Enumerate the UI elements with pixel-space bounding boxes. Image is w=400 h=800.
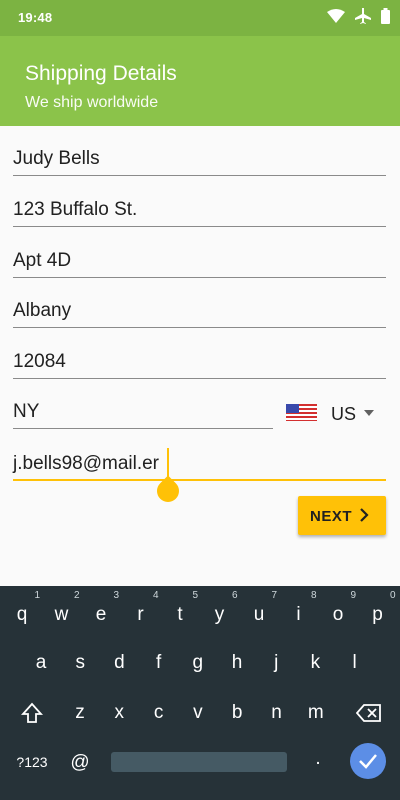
state-value: NY bbox=[13, 401, 40, 422]
key-hint-7: 7 bbox=[271, 590, 277, 601]
name-field[interactable]: Judy Bells bbox=[13, 136, 386, 176]
status-bar: 19:48 bbox=[0, 0, 400, 36]
email-field[interactable]: j.bells98@mail.er bbox=[13, 441, 386, 481]
status-time: 19:48 bbox=[18, 10, 53, 25]
period-key[interactable]: . bbox=[302, 748, 334, 770]
key-hint-6: 6 bbox=[231, 590, 238, 601]
key-v[interactable]: v bbox=[182, 702, 214, 724]
airplane-icon bbox=[355, 8, 371, 24]
text-cursor bbox=[167, 448, 169, 478]
key-p[interactable]: p0 bbox=[362, 590, 395, 626]
city-field[interactable]: Albany bbox=[13, 288, 386, 328]
key-z[interactable]: z bbox=[64, 702, 96, 724]
backspace-icon[interactable] bbox=[356, 704, 382, 722]
key-i[interactable]: i8 bbox=[283, 590, 316, 626]
key-hint-8: 8 bbox=[310, 590, 317, 601]
email-value: j.bells98@mail.er bbox=[13, 453, 160, 474]
address-line2-value: Apt 4D bbox=[13, 250, 72, 271]
key-l[interactable]: l bbox=[339, 652, 371, 674]
key-a[interactable]: a bbox=[25, 652, 57, 674]
dropdown-icon bbox=[364, 410, 374, 416]
next-button-label: NEXT bbox=[310, 508, 353, 525]
key-f[interactable]: f bbox=[143, 652, 175, 674]
check-icon bbox=[359, 754, 377, 769]
spacebar[interactable] bbox=[111, 752, 287, 772]
country-select[interactable]: US bbox=[286, 398, 386, 428]
wifi-icon bbox=[327, 9, 345, 23]
shift-icon[interactable] bbox=[21, 702, 43, 724]
key-r[interactable]: r4 bbox=[125, 590, 158, 626]
key-d[interactable]: d bbox=[103, 652, 135, 674]
key-q[interactable]: q1 bbox=[6, 590, 40, 626]
key-c[interactable]: c bbox=[143, 702, 175, 724]
zip-value: 12084 bbox=[13, 351, 66, 372]
symbols-key[interactable]: ?123 bbox=[10, 754, 54, 770]
key-k[interactable]: k bbox=[299, 652, 331, 674]
address-line1-value: 123 Buffalo St. bbox=[13, 199, 138, 220]
key-g[interactable]: g bbox=[182, 652, 214, 674]
key-x[interactable]: x bbox=[103, 702, 135, 724]
at-key[interactable]: @ bbox=[64, 752, 96, 774]
key-t[interactable]: t5 bbox=[164, 590, 198, 626]
key-m[interactable]: m bbox=[300, 702, 332, 724]
key-o[interactable]: o9 bbox=[322, 590, 356, 626]
key-hint-0: 0 bbox=[389, 590, 396, 601]
key-n[interactable]: n bbox=[261, 702, 293, 724]
next-button[interactable]: NEXT bbox=[298, 496, 386, 535]
address-line2-field[interactable]: Apt 4D bbox=[13, 238, 386, 278]
key-hint-3: 3 bbox=[113, 590, 119, 601]
key-hint-5: 5 bbox=[192, 590, 198, 601]
name-value: Judy Bells bbox=[13, 148, 100, 169]
key-hint-1: 1 bbox=[34, 590, 40, 601]
chevron-right-icon bbox=[360, 508, 369, 522]
key-b[interactable]: b bbox=[221, 702, 253, 724]
soft-keyboard: q1w2e3r4t5y6u7i8o9p0 asdfghjkl zxcvbnm ?… bbox=[0, 586, 400, 800]
page-subtitle: We ship worldwide bbox=[25, 94, 159, 111]
key-u[interactable]: u7 bbox=[243, 590, 277, 626]
city-value: Albany bbox=[13, 300, 72, 321]
page-title: Shipping Details bbox=[25, 62, 177, 85]
key-s[interactable]: s bbox=[64, 652, 96, 674]
country-code: US bbox=[331, 404, 357, 424]
battery-icon bbox=[381, 8, 390, 24]
key-j[interactable]: j bbox=[260, 652, 292, 674]
flag-icon bbox=[286, 404, 317, 421]
key-e[interactable]: e3 bbox=[85, 590, 119, 626]
key-h[interactable]: h bbox=[221, 652, 253, 674]
app-bar: Shipping Details We ship worldwide bbox=[0, 36, 400, 126]
zip-field[interactable]: 12084 bbox=[13, 339, 386, 379]
status-icons bbox=[327, 8, 390, 24]
key-hint-4: 4 bbox=[152, 590, 159, 601]
key-y[interactable]: y6 bbox=[204, 590, 238, 626]
address-line1-field[interactable]: 123 Buffalo St. bbox=[13, 187, 386, 227]
state-field[interactable]: NY bbox=[13, 389, 273, 429]
enter-key[interactable] bbox=[350, 743, 386, 779]
key-w[interactable]: w2 bbox=[46, 590, 80, 626]
key-hint-9: 9 bbox=[350, 590, 356, 601]
key-hint-2: 2 bbox=[73, 590, 80, 601]
